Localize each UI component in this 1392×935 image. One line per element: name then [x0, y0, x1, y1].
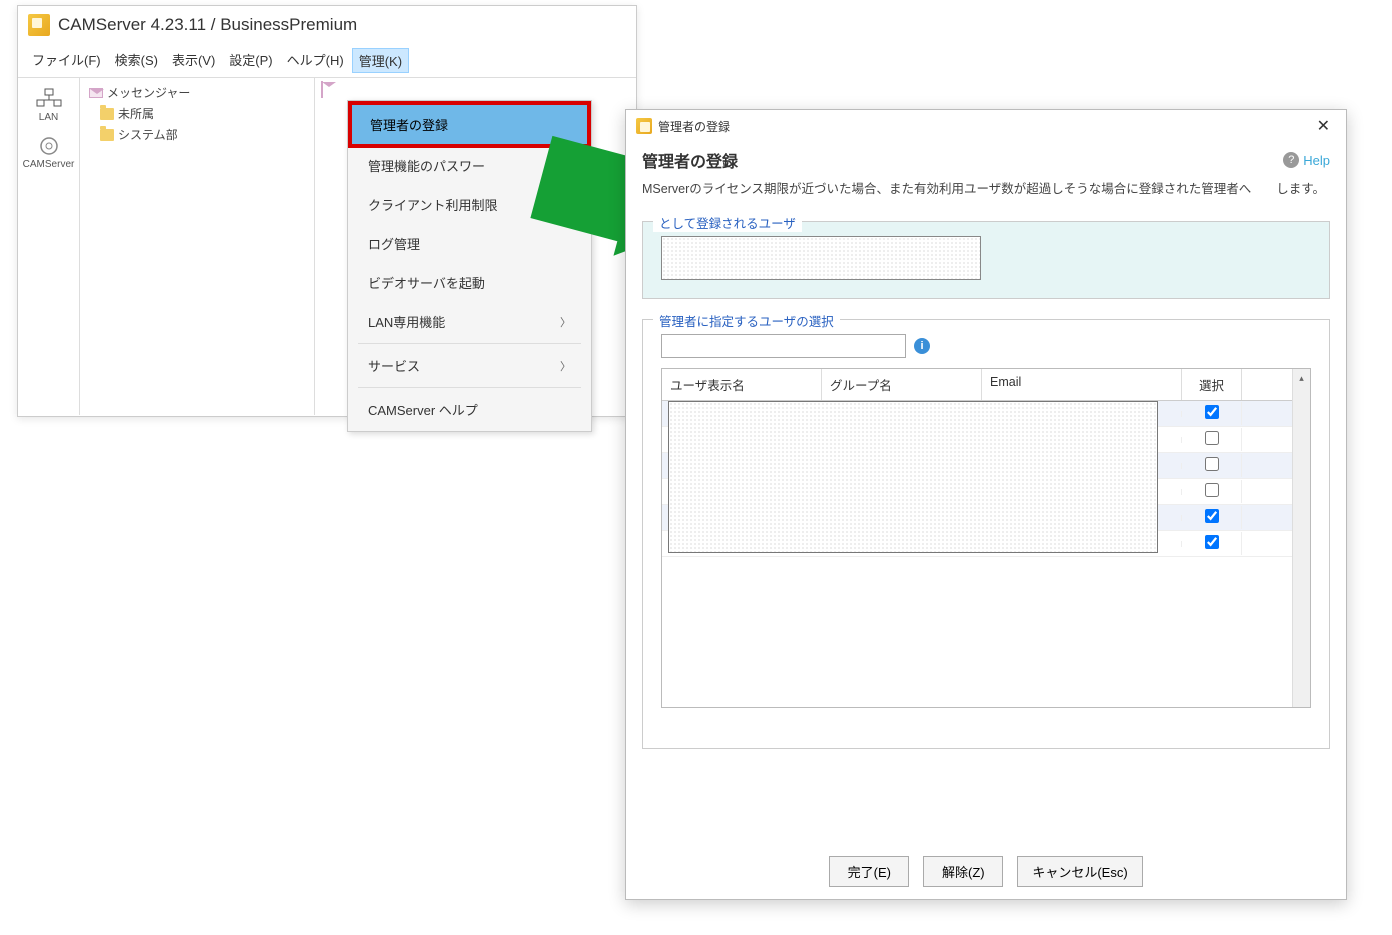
gear-icon: [38, 135, 60, 157]
menu-settings[interactable]: 設定(P): [223, 48, 278, 73]
app-icon: [636, 118, 652, 134]
dialog-titlebar: 管理者の登録 ✕: [626, 110, 1346, 142]
menu-register-admin-label: 管理者の登録: [370, 115, 448, 134]
tree-unassigned-label: 未所属: [118, 105, 154, 122]
row-checkbox[interactable]: [1205, 431, 1219, 445]
col-header-email[interactable]: Email: [982, 369, 1182, 400]
row-checkbox[interactable]: [1205, 509, 1219, 523]
menu-lan-only[interactable]: LAN専用機能 〉: [350, 302, 589, 341]
row-checkbox[interactable]: [1205, 483, 1219, 497]
menu-video-server-label: ビデオサーバを起動: [368, 273, 485, 292]
icon-rail: LAN CAMServer: [18, 78, 80, 415]
dialog-heading: 管理者の登録: [642, 148, 738, 172]
mail-icon: [89, 88, 103, 98]
menu-log[interactable]: ログ管理: [350, 224, 589, 263]
fieldset-registered-legend: として登録されるユーザ: [653, 213, 802, 232]
fieldset-registered-users: として登録されるユーザ: [642, 221, 1330, 299]
info-icon[interactable]: i: [914, 338, 930, 354]
help-link[interactable]: ? Help: [1283, 152, 1330, 168]
dialog-footer: 完了(E) 解除(Z) キャンセル(Esc): [626, 856, 1346, 887]
help-icon: ?: [1283, 152, 1299, 168]
release-button[interactable]: 解除(Z): [923, 856, 1003, 887]
menu-service-label: サービス: [368, 356, 420, 375]
menu-log-label: ログ管理: [368, 234, 420, 253]
app-icon: [28, 14, 50, 36]
separator: [358, 387, 581, 388]
tree-messenger[interactable]: メッセンジャー: [86, 82, 308, 103]
menu-lan-only-label: LAN専用機能: [368, 312, 445, 331]
search-input[interactable]: [661, 334, 906, 358]
menu-service[interactable]: サービス 〉: [350, 346, 589, 385]
tree-panel: メッセンジャー 未所属 システム部: [80, 78, 315, 415]
registered-users-box: [661, 236, 981, 280]
menu-admin-password[interactable]: 管理機能のパスワー: [350, 146, 589, 185]
folder-icon: [100, 108, 114, 120]
tree-messenger-label: メッセンジャー: [107, 84, 190, 101]
fieldset-select-legend: 管理者に指定するユーザの選択: [653, 311, 840, 330]
dialog-header: 管理者の登録 ? Help: [642, 148, 1330, 172]
scroll-up-icon[interactable]: ▴: [1293, 369, 1310, 387]
scrollbar[interactable]: ▴: [1292, 369, 1310, 707]
separator: [358, 343, 581, 344]
menu-video-server[interactable]: ビデオサーバを起動: [350, 263, 589, 302]
menu-camserver-help[interactable]: CAMServer ヘルプ: [350, 390, 589, 429]
menu-camserver-help-label: CAMServer ヘルプ: [368, 400, 478, 419]
done-button[interactable]: 完了(E): [829, 856, 909, 887]
menu-view[interactable]: 表示(V): [166, 48, 221, 73]
close-button[interactable]: ✕: [1311, 116, 1336, 136]
dialog-description: MServerのライセンス期限が近づいた場合、また有効利用ユーザ数が超過しそうな…: [642, 172, 1330, 211]
col-header-group[interactable]: グループ名: [822, 369, 982, 400]
chevron-right-icon: 〉: [560, 314, 571, 330]
chevron-right-icon: 〉: [560, 358, 571, 374]
col-header-select[interactable]: 選択: [1182, 369, 1242, 400]
dialog-body: 管理者の登録 ? Help MServerのライセンス期限が近づいた場合、また有…: [626, 142, 1346, 775]
manage-dropdown: 管理者の登録 管理機能のパスワー クライアント利用制限 ログ管理 ビデオサーバを…: [347, 100, 592, 432]
window-title: CAMServer 4.23.11 / BusinessPremium: [58, 15, 357, 35]
row-checkbox[interactable]: [1205, 405, 1219, 419]
menu-search[interactable]: 検索(S): [109, 48, 164, 73]
search-row: i: [661, 334, 1311, 358]
tree-system-dept-label: システム部: [118, 126, 178, 143]
rail-lan[interactable]: LAN: [18, 84, 79, 131]
tree-system-dept[interactable]: システム部: [86, 124, 308, 145]
col-header-name[interactable]: ユーザ表示名: [662, 369, 822, 400]
rail-camserver-label: CAMServer: [23, 159, 75, 170]
menubar: ファイル(F) 検索(S) 表示(V) 設定(P) ヘルプ(H) 管理(K): [18, 44, 636, 77]
menu-admin-password-label: 管理機能のパスワー: [368, 156, 485, 175]
menu-register-admin[interactable]: 管理者の登録: [348, 101, 591, 148]
register-admin-dialog: 管理者の登録 ✕ 管理者の登録 ? Help MServerのライセンス期限が近…: [625, 109, 1347, 900]
user-table: ユーザ表示名 グループ名 Email 選択: [661, 368, 1311, 708]
titlebar: CAMServer 4.23.11 / BusinessPremium: [18, 6, 636, 44]
menu-help[interactable]: ヘルプ(H): [281, 48, 350, 73]
tree-unassigned[interactable]: 未所属: [86, 103, 308, 124]
rail-lan-label: LAN: [39, 112, 58, 123]
dialog-title: 管理者の登録: [658, 118, 730, 135]
cancel-button[interactable]: キャンセル(Esc): [1017, 856, 1142, 887]
mail-icon: [321, 81, 323, 98]
row-checkbox[interactable]: [1205, 535, 1219, 549]
redacted-area: [668, 401, 1158, 553]
lan-icon: [36, 88, 62, 110]
folder-icon: [100, 129, 114, 141]
row-checkbox[interactable]: [1205, 457, 1219, 471]
rail-camserver[interactable]: CAMServer: [18, 131, 79, 178]
menu-client-limit-label: クライアント利用制限: [368, 195, 497, 214]
help-label: Help: [1303, 153, 1330, 168]
table-header: ユーザ表示名 グループ名 Email 選択: [662, 369, 1292, 401]
menu-file[interactable]: ファイル(F): [26, 48, 107, 73]
fieldset-select-users: 管理者に指定するユーザの選択 i ユーザ表示名 グループ名 Email 選択: [642, 319, 1330, 749]
menu-manage[interactable]: 管理(K): [352, 48, 409, 73]
menu-client-limit[interactable]: クライアント利用制限: [350, 185, 589, 224]
